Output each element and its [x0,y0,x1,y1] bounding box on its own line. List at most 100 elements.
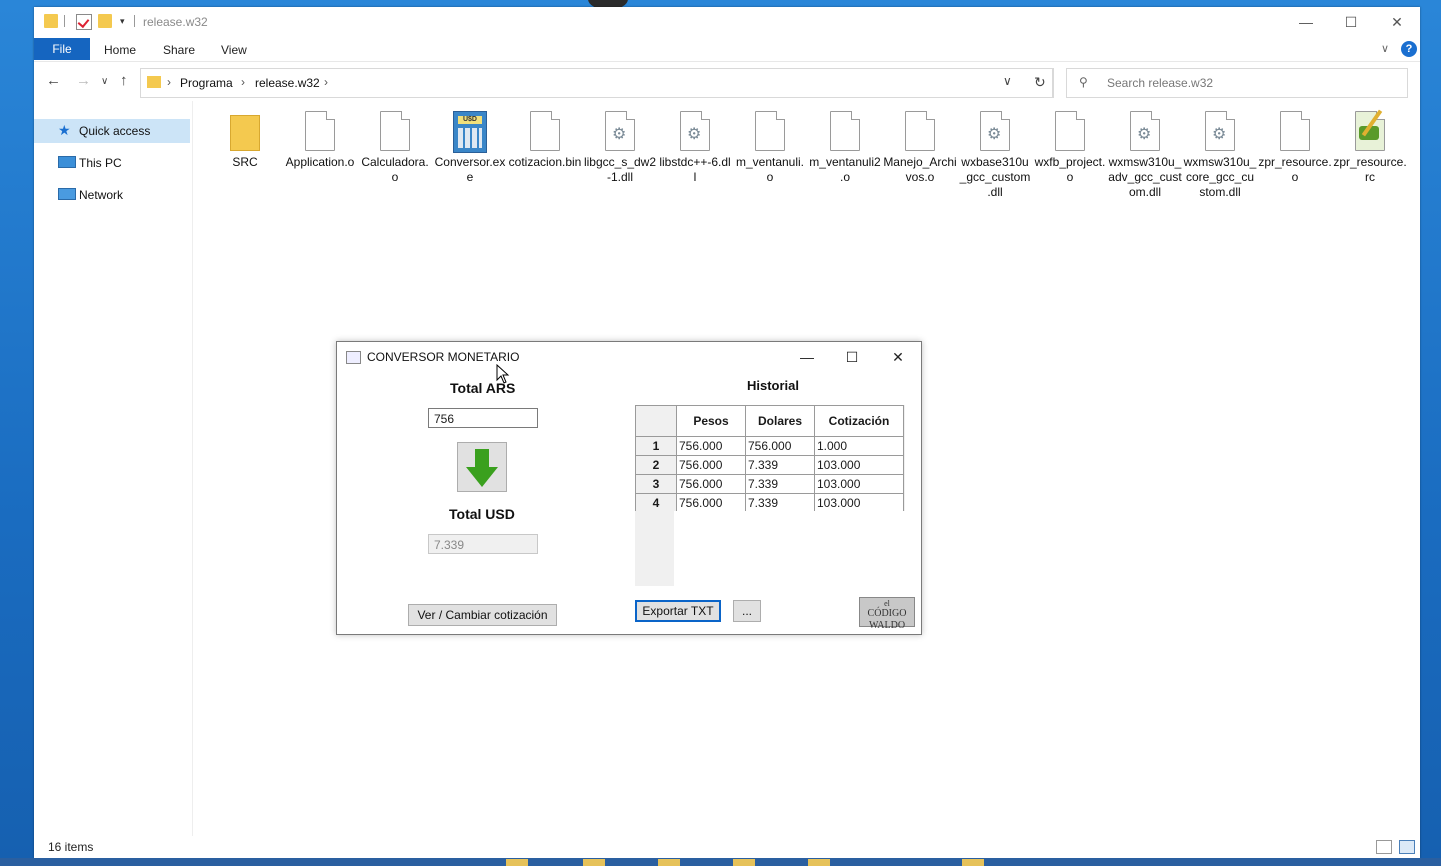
close-button[interactable]: ✕ [883,346,913,368]
status-bar: 16 items [34,836,1420,858]
table-row[interactable]: 1 756.000 756.000 1.000 [635,436,904,456]
app-icon [346,351,361,364]
document-icon [1280,111,1310,151]
column-header[interactable]: Dolares [745,405,815,437]
taskbar-icon[interactable] [583,859,605,866]
star-icon: ★ [58,122,71,138]
file-name: Manejo_Archivos.o [883,155,957,184]
file-item[interactable]: Manejo_Archivos.o [883,111,957,211]
address-bar[interactable]: › Programa › release.w32 › ∨ [140,68,1054,98]
taskbar-icon[interactable] [658,859,680,866]
history-grid[interactable]: Pesos Dolares Cotización 1 756.000 756.0… [635,405,905,586]
tab-home[interactable]: Home [104,43,136,57]
refresh-icon[interactable]: ↻ [1034,74,1046,91]
cell-pesos: 756.000 [676,474,746,494]
browse-button[interactable]: ... [733,600,761,622]
file-name: Conversor.exe [434,155,506,184]
folder-icon[interactable] [44,14,58,28]
chevron-right-icon[interactable]: › [324,75,328,89]
large-icons-view-icon[interactable] [1399,840,1415,854]
usd-output: 7.339 [428,534,538,554]
file-item[interactable]: ⚙ libstdc++-6.dll [658,111,732,211]
dll-gear-icon: ⚙ [680,111,710,151]
file-item[interactable]: cotizacion.bin [508,111,582,211]
file-item[interactable]: zpr_resource.o [1258,111,1332,211]
expand-ribbon-icon[interactable]: ∨ [1381,42,1389,55]
search-icon: ⚲ [1079,75,1088,89]
file-name: wxmsw310u_adv_gcc_custom.dll [1108,155,1182,199]
table-row[interactable]: 4 756.000 7.339 103.000 [635,493,904,513]
ars-input[interactable]: 756 [428,408,538,428]
tab-file[interactable]: File [34,38,90,60]
column-header[interactable]: Cotización [814,405,904,437]
address-dropdown-icon[interactable]: ∨ [1003,74,1012,88]
cell-pesos: 756.000 [676,493,746,513]
convert-button[interactable] [457,442,507,492]
file-item[interactable]: ⚙ libgcc_s_dw2-1.dll [583,111,657,211]
minimize-button[interactable]: — [792,346,822,368]
file-item[interactable]: m_ventanuli.o [733,111,807,211]
table-row[interactable]: 2 756.000 7.339 103.000 [635,455,904,475]
cell-pesos: 756.000 [676,455,746,475]
search-input[interactable]: ⚲ Search release.w32 [1066,68,1408,98]
file-item[interactable]: zpr_resource.rc [1333,109,1407,211]
file-item[interactable]: wxfb_project.o [1033,111,1107,211]
column-header[interactable]: Pesos [676,405,746,437]
file-item[interactable]: ⚙ wxbase310u_gcc_custom.dll [958,111,1032,211]
sidebar-item-network[interactable]: Network [34,183,190,207]
sidebar-item-this-pc[interactable]: This PC [34,151,190,175]
file-item[interactable]: ⚙ wxmsw310u_core_gcc_custom.dll [1183,111,1257,211]
minimize-button[interactable]: — [1291,11,1321,33]
document-icon [830,111,860,151]
dialog-title: CONVERSOR MONETARIO [367,350,520,364]
document-icon [380,111,410,151]
computer-icon [58,156,76,168]
file-name: Calculadora.o [361,155,429,184]
breadcrumb-programa[interactable]: Programa [180,76,233,90]
address-row: ← → ∨ ↑ › Programa › release.w32 › ∨ ↻ ⚲… [34,61,1420,102]
taskbar-icon[interactable] [733,859,755,866]
taskbar-icon[interactable] [808,859,830,866]
tab-share[interactable]: Share [163,43,195,57]
customize-toolbar-icon[interactable]: ▾ [120,16,125,27]
forward-icon[interactable]: → [76,72,91,89]
maximize-button[interactable]: ☐ [1336,11,1366,33]
file-item[interactable]: ⚙ wxmsw310u_adv_gcc_custom.dll [1108,111,1182,211]
logo-text: CÓDIGO [867,608,907,619]
breadcrumb-release[interactable]: release.w32 [255,76,320,90]
export-txt-button[interactable]: Exportar TXT [635,600,721,622]
folder-icon [147,76,161,88]
folder-icon [230,115,260,151]
tab-view[interactable]: View [221,43,247,57]
file-item[interactable]: Calculadora.o [358,111,432,211]
file-name: cotizacion.bin [508,155,582,169]
file-item-conversor-exe[interactable]: U$D Conversor.exe [433,111,507,211]
table-row[interactable]: 3 756.000 7.339 103.000 [635,474,904,494]
help-icon[interactable]: ? [1401,41,1417,57]
up-icon[interactable]: ↑ [120,72,128,89]
taskbar-icon[interactable] [962,859,984,866]
cell-dolares: 7.339 [745,474,815,494]
maximize-button[interactable]: ☐ [837,346,867,368]
file-item[interactable]: m_ventanuli2.o [808,111,882,211]
properties-icon[interactable] [76,14,92,30]
file-item[interactable]: Application.o [283,111,357,211]
change-rate-button[interactable]: Ver / Cambiar cotización [408,604,557,626]
search-placeholder: Search release.w32 [1107,76,1214,90]
document-icon [1055,111,1085,151]
new-folder-icon[interactable] [98,14,112,28]
file-item-src[interactable]: SRC [208,111,282,211]
cell-cotizacion: 103.000 [814,493,904,513]
taskbar-icon[interactable] [506,859,528,866]
back-icon[interactable]: ← [46,72,61,89]
cell-pesos: 756.000 [676,436,746,456]
historial-label: Historial [747,378,800,393]
total-usd-label: Total USD [449,506,515,522]
codigo-waldo-logo[interactable]: el CÓDIGO WALDO [859,597,915,631]
calculator-app-icon: U$D [453,111,487,153]
sidebar-item-quick-access[interactable]: ★ Quick access [34,119,190,143]
close-button[interactable]: ✕ [1382,11,1412,33]
details-view-icon[interactable] [1376,840,1392,854]
sidebar-item-label: Quick access [79,124,151,138]
recent-locations-icon[interactable]: ∨ [101,76,108,87]
